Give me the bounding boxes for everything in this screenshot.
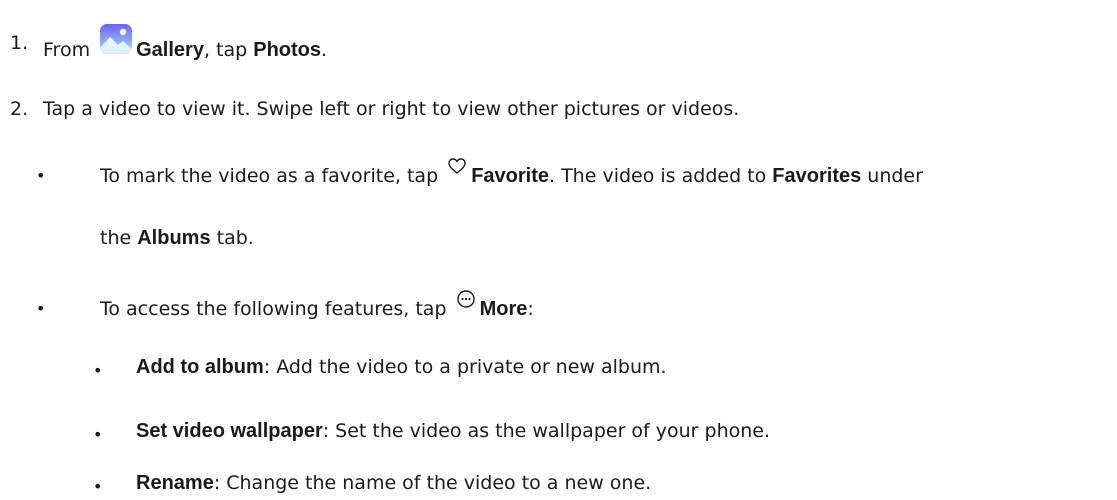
feature-desc: : Set the video as the wallpaper of your… bbox=[322, 420, 771, 442]
favorite-the: the bbox=[100, 227, 132, 249]
step-1-prefix: From bbox=[43, 39, 91, 61]
favorite-middle: . The video is added to bbox=[549, 165, 767, 187]
bullet: • bbox=[93, 477, 103, 496]
feature-item: Rename: Change the name of the video to … bbox=[136, 470, 651, 496]
more-icon bbox=[456, 289, 476, 309]
feature-item: Add to album: Add the video to a private… bbox=[136, 354, 667, 380]
step-1-suffix: . bbox=[321, 39, 328, 61]
bullet: • bbox=[93, 425, 103, 444]
bullet: • bbox=[36, 299, 46, 318]
step-1-mid: , tap bbox=[203, 39, 248, 61]
favorite-line-2: the Albums tab. bbox=[100, 225, 254, 251]
more-line: To access the following features, tap Mo… bbox=[100, 289, 534, 322]
gallery-icon bbox=[96, 24, 134, 56]
feature-desc: : Add the video to a private or new albu… bbox=[263, 356, 667, 378]
feature-item: Set video wallpaper: Set the video as th… bbox=[136, 418, 770, 444]
feature-title: Add to album bbox=[136, 356, 264, 378]
favorite-prefix: To mark the video as a favorite, tap bbox=[100, 165, 439, 187]
favorite-tab: tab. bbox=[216, 227, 254, 249]
step-number: 2. bbox=[10, 98, 29, 120]
more-suffix: : bbox=[527, 298, 534, 320]
photos-label: Photos bbox=[253, 39, 322, 61]
more-label: More bbox=[479, 298, 528, 320]
more-prefix: To access the following features, tap bbox=[100, 298, 447, 320]
favorites-label: Favorites bbox=[772, 165, 862, 187]
bullet: • bbox=[36, 166, 46, 185]
bullet: • bbox=[93, 361, 103, 380]
step-number: 1. bbox=[10, 32, 29, 54]
step-2-text: Tap a video to view it. Swipe left or ri… bbox=[43, 98, 740, 120]
favorite-under: under bbox=[867, 165, 923, 187]
document: 1. From Gallery, tap Photos. 2. Tap a vi… bbox=[0, 0, 1117, 496]
favorite-label: Favorite bbox=[471, 165, 549, 187]
favorite-line-1: To mark the video as a favorite, tap Fav… bbox=[100, 156, 923, 189]
step-1-line: From Gallery, tap Photos. bbox=[43, 24, 327, 63]
heart-icon bbox=[447, 156, 467, 176]
albums-label: Albums bbox=[137, 227, 211, 249]
gallery-label: Gallery bbox=[136, 39, 204, 61]
feature-title: Set video wallpaper bbox=[136, 420, 323, 442]
